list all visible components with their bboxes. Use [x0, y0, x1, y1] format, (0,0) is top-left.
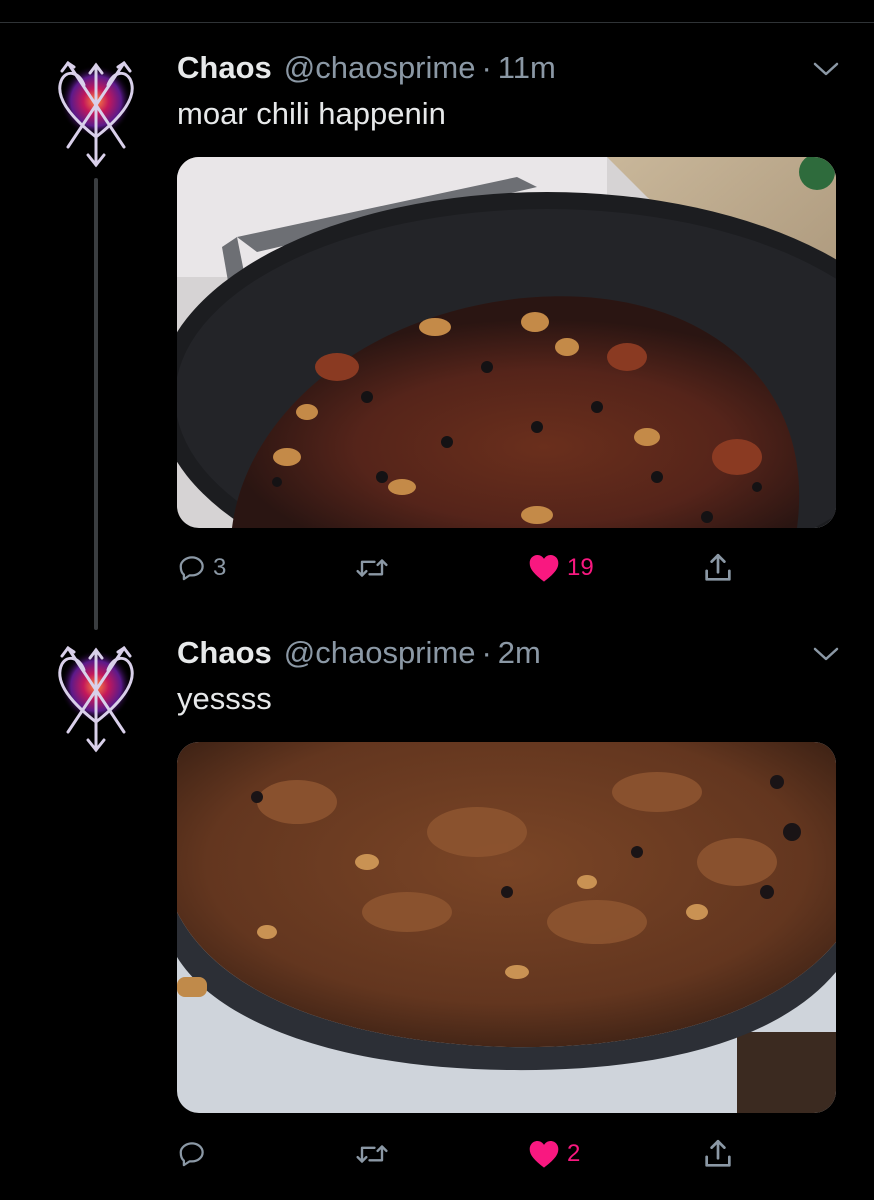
avatar-sigil-icon [56, 645, 136, 753]
top-divider [0, 22, 874, 23]
thread-connector-line [94, 178, 98, 630]
reply-icon [179, 556, 204, 581]
display-name[interactable]: Chaos [177, 635, 272, 671]
share-icon [705, 553, 731, 581]
timestamp[interactable]: 2m [498, 635, 541, 671]
tweet-actions: 2 [177, 1134, 797, 1174]
retweet-button[interactable] [354, 1134, 396, 1174]
chevron-down-icon[interactable] [810, 643, 842, 665]
display-name[interactable]: Chaos [177, 50, 272, 86]
separator-dot: · [481, 50, 492, 85]
like-count: 19 [567, 554, 594, 581]
tweet-actions: 3 19 [177, 548, 797, 588]
separator-dot: · [481, 635, 492, 670]
like-button[interactable]: 19 [527, 548, 594, 588]
reply-button[interactable] [177, 1134, 213, 1174]
tweet-header: Chaos @chaosprime · 2m [177, 635, 541, 675]
like-count: 2 [567, 1140, 581, 1167]
reply-button[interactable]: 3 [177, 548, 226, 588]
user-handle[interactable]: @chaosprime [284, 50, 476, 86]
tweet-header: Chaos @chaosprime · 11m [177, 50, 556, 90]
chevron-down-icon[interactable] [810, 58, 842, 80]
timestamp[interactable]: 11m [498, 50, 556, 86]
avatar[interactable] [48, 55, 144, 173]
share-button[interactable] [701, 548, 735, 588]
like-button[interactable]: 2 [527, 1134, 580, 1174]
share-button[interactable] [701, 1134, 735, 1174]
avatar[interactable] [48, 640, 144, 758]
tweet-media-image[interactable] [177, 157, 836, 528]
share-icon [705, 1139, 731, 1167]
retweet-icon [356, 1145, 388, 1163]
tweet-media-image[interactable] [177, 742, 836, 1113]
tweet-text: moar chili happenin [177, 96, 446, 131]
heart-icon [529, 1141, 559, 1168]
reply-count: 3 [213, 554, 227, 581]
avatar-sigil-icon [56, 60, 136, 168]
user-handle[interactable]: @chaosprime [284, 635, 476, 671]
retweet-icon [356, 559, 388, 577]
reply-icon [179, 1142, 204, 1167]
retweet-button[interactable] [354, 548, 396, 588]
heart-icon [529, 555, 559, 582]
tweet-text: yessss [177, 681, 272, 716]
